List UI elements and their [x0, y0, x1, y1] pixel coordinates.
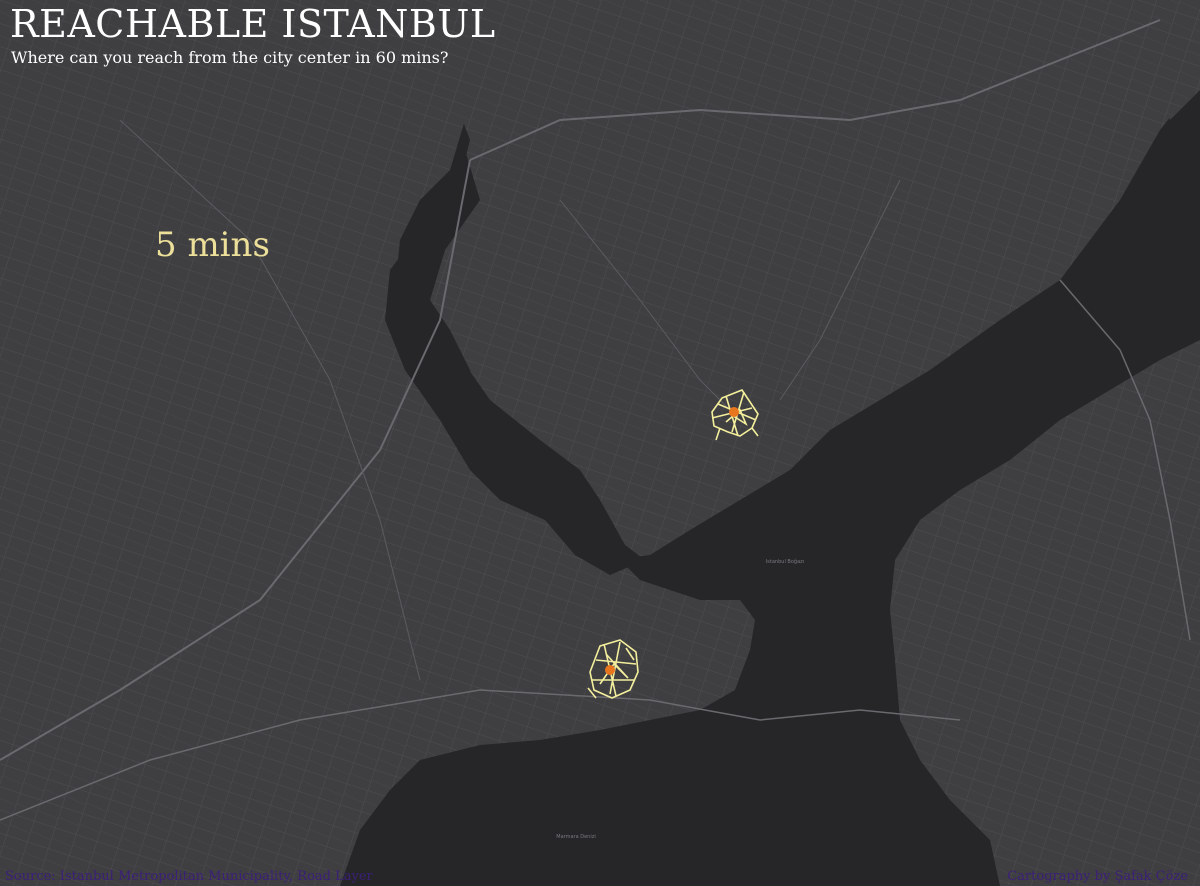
place-label-marmara: Marmara Denizi: [556, 834, 596, 840]
map-subtitle: Where can you reach from the city center…: [11, 48, 449, 67]
map-canvas: Istanbul Boğazı Marmara Denizi: [0, 0, 1200, 886]
place-label-bosphorus: Istanbul Boğazı: [766, 558, 804, 565]
cartography-credit: Cartography by Şafak Çöze: [1007, 869, 1188, 884]
center-north: [729, 407, 739, 417]
center-south: [605, 665, 615, 675]
time-label: 5 mins: [155, 225, 270, 265]
map-title: REACHABLE ISTANBUL: [10, 2, 496, 46]
source-note: Source: Istanbul Metropolitan Municipali…: [5, 869, 373, 884]
